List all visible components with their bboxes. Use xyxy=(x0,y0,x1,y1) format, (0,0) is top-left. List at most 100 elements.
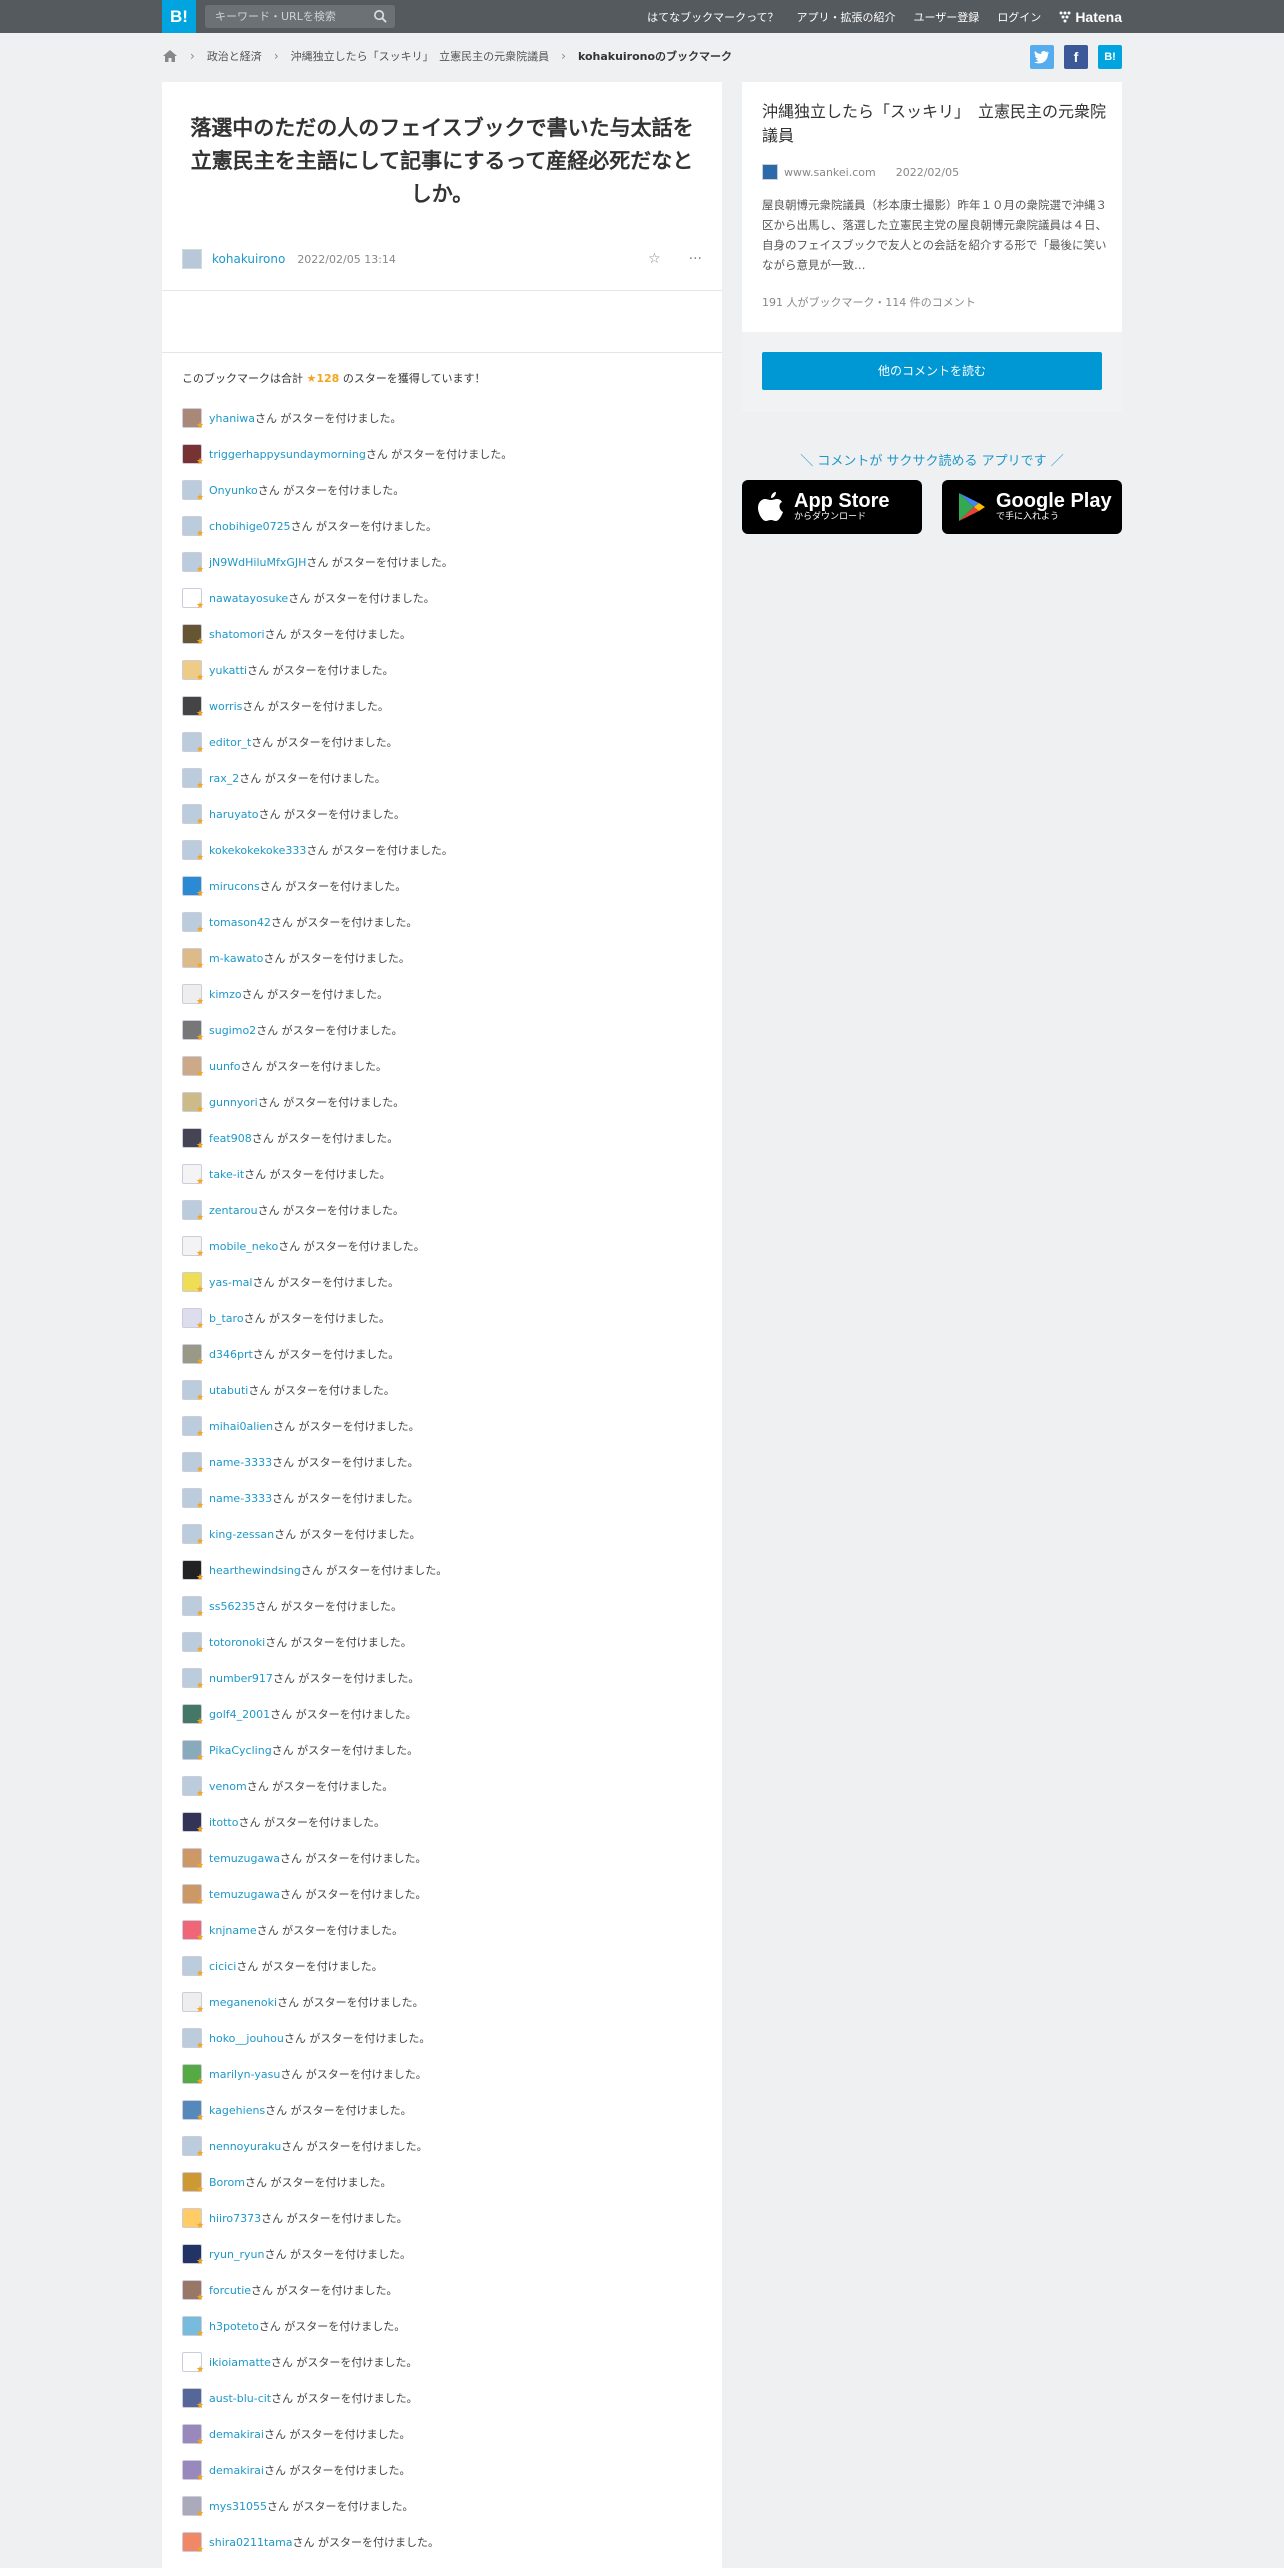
star-user-link[interactable]: kokekokekoke333 xyxy=(209,844,306,857)
avatar[interactable]: ★ xyxy=(182,1164,204,1187)
avatar[interactable]: ★ xyxy=(182,1344,204,1367)
avatar[interactable]: ★ xyxy=(182,1092,204,1115)
avatar[interactable]: ★ xyxy=(182,2388,204,2411)
avatar[interactable]: ★ xyxy=(182,2136,204,2159)
search-box[interactable] xyxy=(205,5,395,28)
facebook-icon[interactable]: f xyxy=(1064,45,1088,69)
star-user-link[interactable]: tomason42 xyxy=(209,916,271,929)
star-user-link[interactable]: haruyato xyxy=(209,808,259,821)
star-user-link[interactable]: chobihige0725 xyxy=(209,520,291,533)
star-user-link[interactable]: ikioiamatte xyxy=(209,2356,271,2369)
star-user-link[interactable]: knjname xyxy=(209,1924,257,1937)
star-user-link[interactable]: meganenoki xyxy=(209,1996,277,2009)
avatar[interactable]: ★ xyxy=(182,2424,204,2447)
avatar[interactable]: ★ xyxy=(182,696,204,719)
star-count[interactable]: ★128 xyxy=(307,372,340,385)
more-menu-icon[interactable]: ··· xyxy=(689,251,702,267)
avatar[interactable]: ★ xyxy=(182,2280,204,2303)
star-user-link[interactable]: demakirai xyxy=(209,2464,264,2477)
breadcrumb-category[interactable]: 政治と経済 xyxy=(207,48,262,64)
star-user-link[interactable]: number917 xyxy=(209,1672,273,1685)
avatar[interactable]: ★ xyxy=(182,1776,204,1799)
star-user-link[interactable]: forcutie xyxy=(209,2284,251,2297)
avatar[interactable]: ★ xyxy=(182,732,204,755)
avatar[interactable]: ★ xyxy=(182,2532,204,2555)
avatar[interactable]: ★ xyxy=(182,2352,204,2375)
star-user-link[interactable]: uunfo xyxy=(209,1060,241,1073)
nav-about[interactable]: はてなブックマークって？ xyxy=(647,9,778,25)
avatar[interactable]: ★ xyxy=(182,2316,204,2339)
twitter-icon[interactable] xyxy=(1030,45,1054,69)
avatar[interactable]: ★ xyxy=(182,984,204,1007)
star-user-link[interactable]: totoronoki xyxy=(209,1636,265,1649)
avatar[interactable]: ★ xyxy=(182,1632,204,1655)
star-user-link[interactable]: d346prt xyxy=(209,1348,253,1361)
star-user-link[interactable]: kimzo xyxy=(209,988,242,1001)
add-star-icon[interactable]: ☆ xyxy=(648,251,661,267)
avatar[interactable]: ★ xyxy=(182,2028,204,2051)
avatar[interactable]: ★ xyxy=(182,768,204,791)
entry-stats[interactable]: 191 人がブックマーク・114 件のコメント xyxy=(762,294,976,310)
avatar[interactable]: ★ xyxy=(182,2100,204,2123)
nav-register[interactable]: ユーザー登録 xyxy=(914,9,980,25)
star-user-link[interactable]: nawatayosuke xyxy=(209,592,288,605)
star-user-link[interactable]: hiiro7373 xyxy=(209,2212,261,2225)
star-user-link[interactable]: yas-mal xyxy=(209,1276,252,1289)
nav-login[interactable]: ログイン xyxy=(997,9,1041,25)
avatar[interactable]: ★ xyxy=(182,1128,204,1151)
star-user-link[interactable]: mobile_neko xyxy=(209,1240,278,1253)
avatar[interactable]: ★ xyxy=(182,1200,204,1223)
star-user-link[interactable]: PikaCycling xyxy=(209,1744,272,1757)
star-user-link[interactable]: temuzugawa xyxy=(209,1852,280,1865)
avatar[interactable]: ★ xyxy=(182,2244,204,2267)
hatena-bookmark-icon[interactable]: B! xyxy=(1098,45,1122,69)
search-icon[interactable] xyxy=(373,9,388,24)
avatar[interactable]: ★ xyxy=(182,516,204,539)
read-other-comments-button[interactable]: 他のコメントを読む xyxy=(762,352,1102,390)
avatar[interactable]: ★ xyxy=(182,1308,204,1331)
star-user-link[interactable]: rax_2 xyxy=(209,772,239,785)
home-icon[interactable] xyxy=(162,49,178,63)
nav-apps[interactable]: アプリ・拡張の紹介 xyxy=(797,9,896,25)
avatar[interactable]: ★ xyxy=(182,1920,204,1943)
avatar[interactable]: ★ xyxy=(182,1560,204,1583)
star-user-link[interactable]: shatomori xyxy=(209,628,265,641)
avatar[interactable]: ★ xyxy=(182,1020,204,1043)
star-user-link[interactable]: Onyunko xyxy=(209,484,258,497)
avatar[interactable]: ★ xyxy=(182,804,204,827)
star-user-link[interactable]: sugimo2 xyxy=(209,1024,256,1037)
avatar[interactable]: ★ xyxy=(182,1380,204,1403)
star-user-link[interactable]: jN9WdHiluMfxGJH xyxy=(209,556,306,569)
search-input[interactable] xyxy=(205,5,365,28)
star-user-link[interactable]: zentarou xyxy=(209,1204,258,1217)
avatar[interactable]: ★ xyxy=(182,1596,204,1619)
avatar[interactable]: ★ xyxy=(182,2208,204,2231)
star-user-link[interactable]: marilyn-yasu xyxy=(209,2068,280,2081)
avatar[interactable] xyxy=(182,249,202,269)
star-user-link[interactable]: kagehiens xyxy=(209,2104,265,2117)
star-user-link[interactable]: yhaniwa xyxy=(209,412,255,425)
avatar[interactable]: ★ xyxy=(182,1452,204,1475)
avatar[interactable]: ★ xyxy=(182,552,204,575)
star-user-link[interactable]: nennoyuraku xyxy=(209,2140,281,2153)
star-user-link[interactable]: worris xyxy=(209,700,242,713)
avatar[interactable]: ★ xyxy=(182,588,204,611)
star-user-link[interactable]: king-zessan xyxy=(209,1528,274,1541)
avatar[interactable]: ★ xyxy=(182,1236,204,1259)
avatar[interactable]: ★ xyxy=(182,1740,204,1763)
star-user-link[interactable]: yukatti xyxy=(209,664,247,677)
star-user-link[interactable]: hearthewindsing xyxy=(209,1564,301,1577)
avatar[interactable]: ★ xyxy=(182,876,204,899)
star-user-link[interactable]: name-3333 xyxy=(209,1492,272,1505)
star-user-link[interactable]: shira0211tama xyxy=(209,2536,293,2549)
avatar[interactable]: ★ xyxy=(182,1992,204,2015)
star-user-link[interactable]: name-3333 xyxy=(209,1456,272,1469)
star-user-link[interactable]: venom xyxy=(209,1780,247,1793)
star-user-link[interactable]: hoko__jouhou xyxy=(209,2032,284,2045)
avatar[interactable]: ★ xyxy=(182,1956,204,1979)
avatar[interactable]: ★ xyxy=(182,1704,204,1727)
star-user-link[interactable]: h3poteto xyxy=(209,2320,259,2333)
avatar[interactable]: ★ xyxy=(182,1884,204,1907)
avatar[interactable]: ★ xyxy=(182,1524,204,1547)
star-user-link[interactable]: golf4_2001 xyxy=(209,1708,270,1721)
